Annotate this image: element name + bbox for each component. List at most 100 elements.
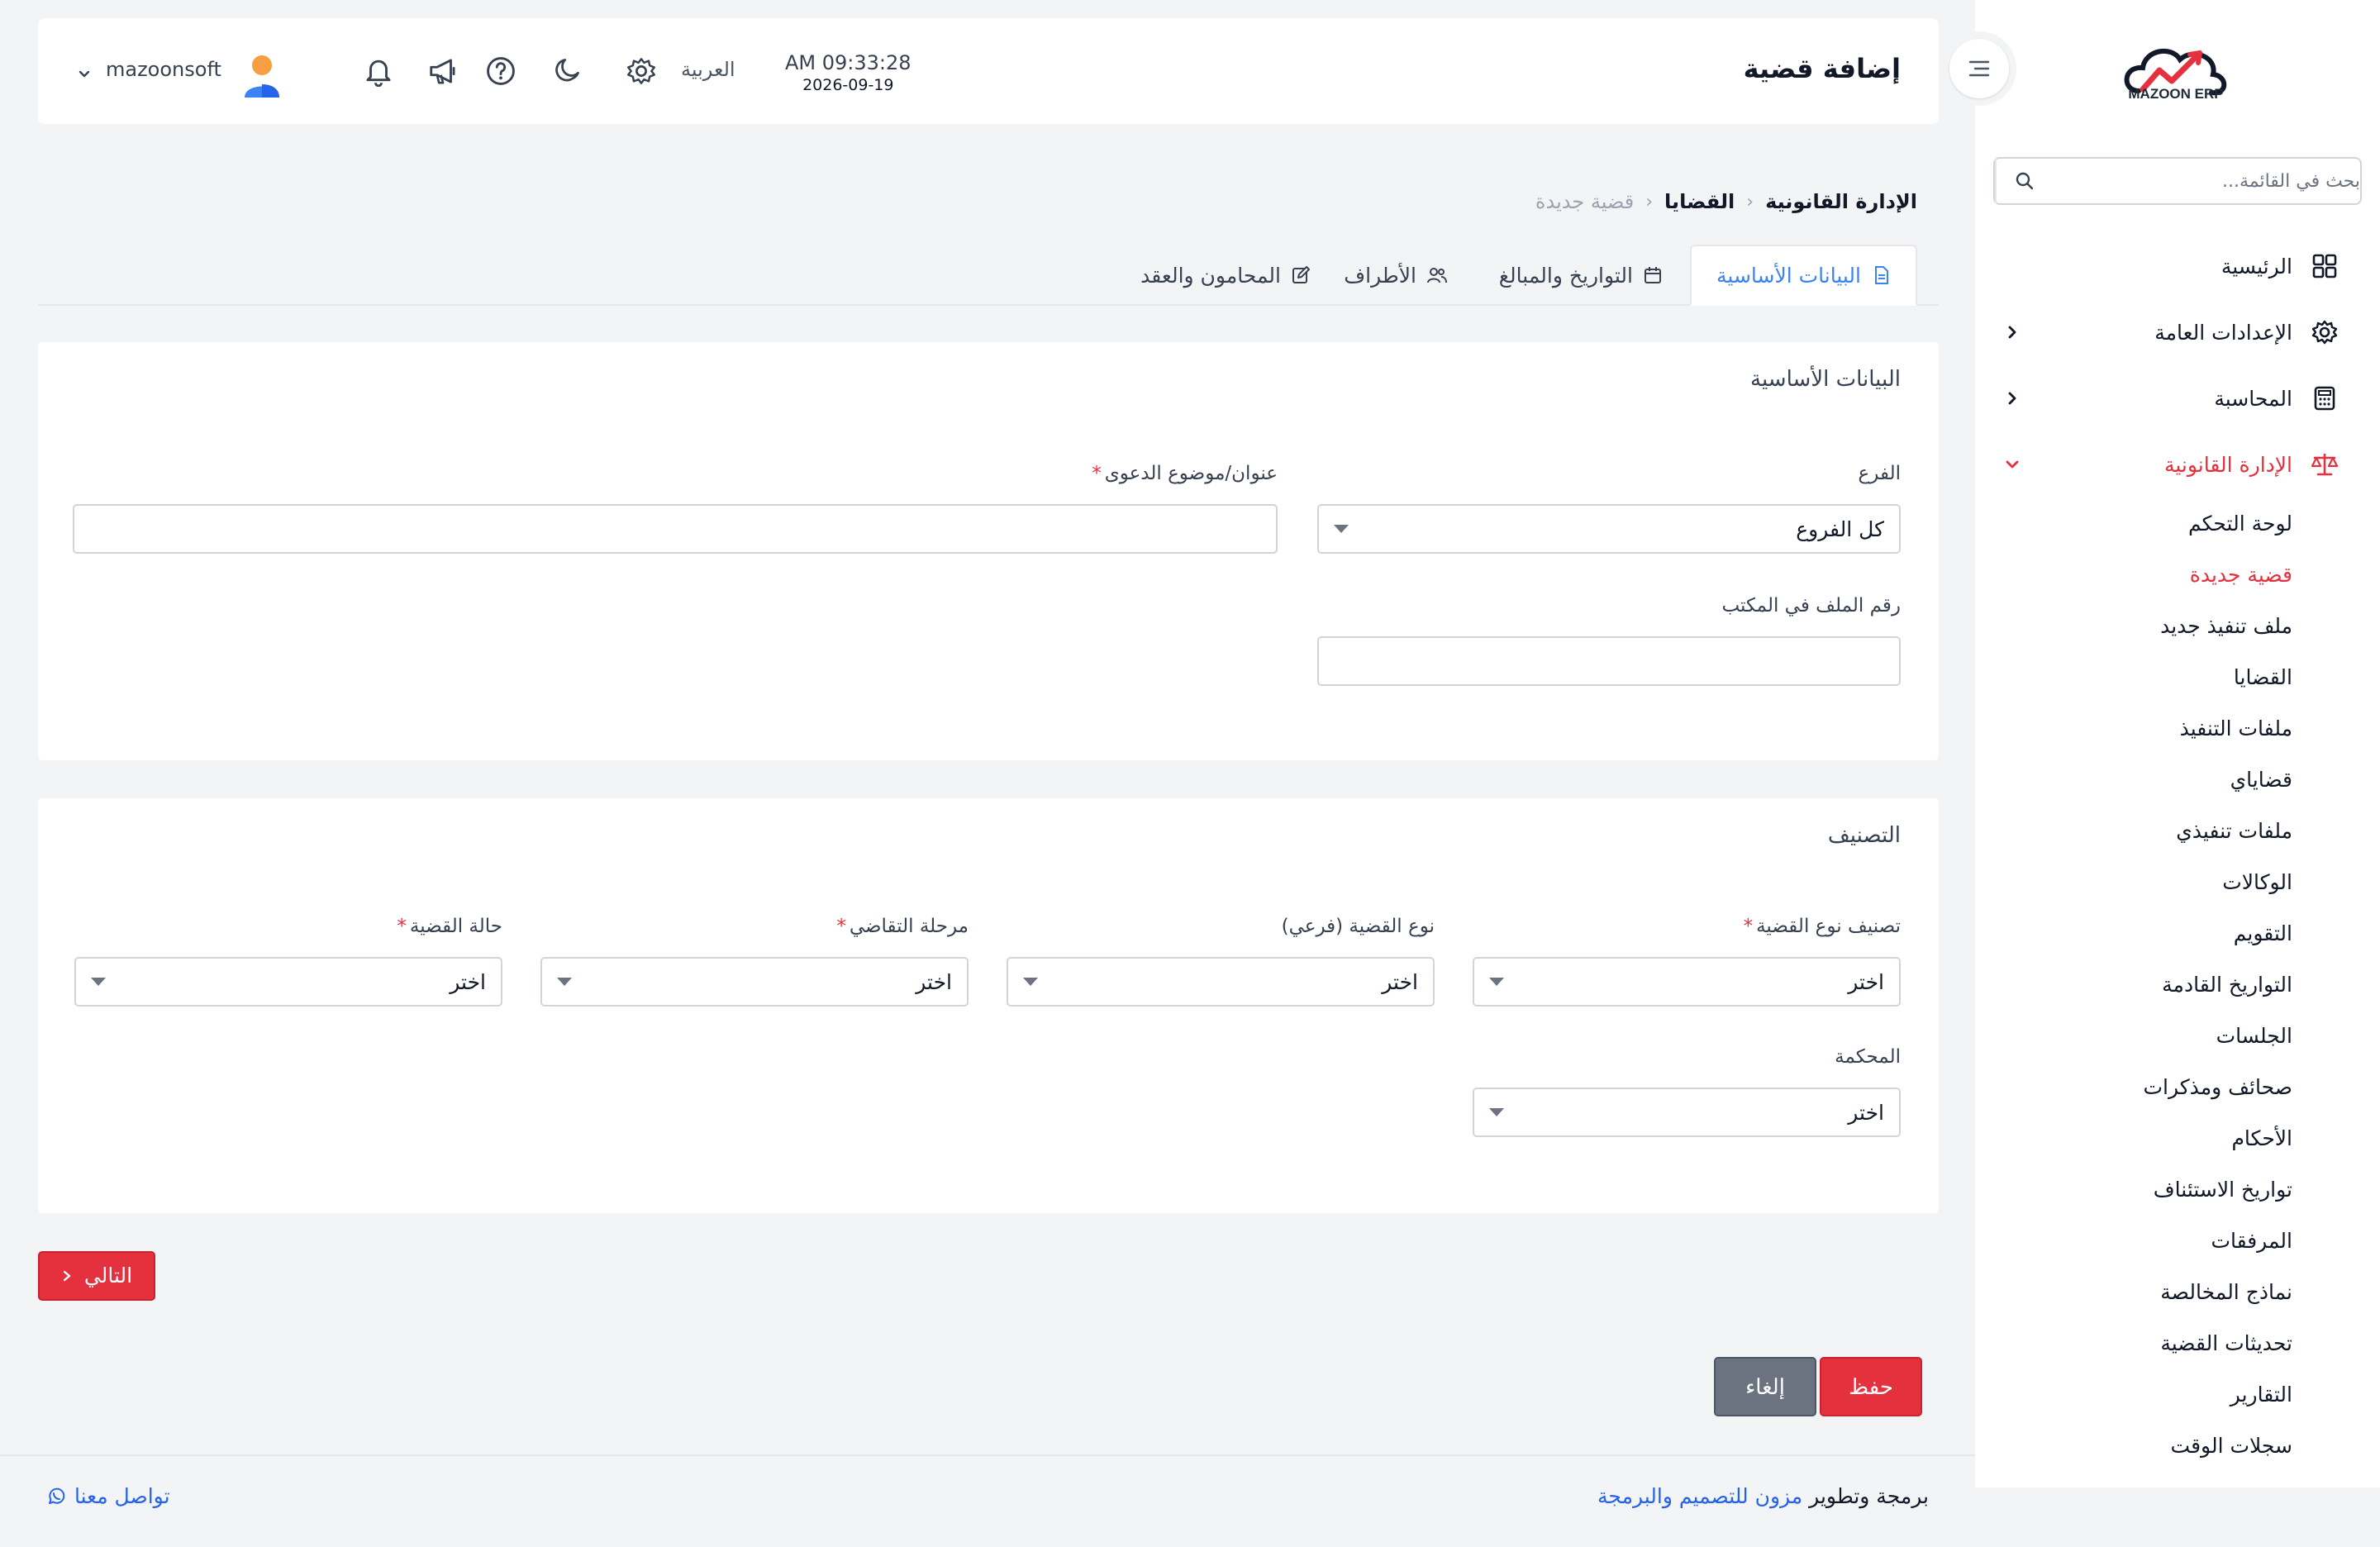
megaphone-icon[interactable] (423, 51, 463, 91)
search-icon[interactable] (1995, 159, 2053, 203)
sidebar-item-label: الإعدادات العامة (2154, 320, 2292, 345)
sidebar-subitem-agencies[interactable]: الوكالات (2222, 864, 2292, 902)
sidebar-subitem-sessions[interactable]: الجلسات (2216, 1017, 2292, 1055)
chevron-left-icon: ‹ (1645, 191, 1654, 212)
language-switch[interactable]: العربية (681, 58, 735, 81)
branch-label: الفرع (1858, 463, 1901, 484)
calculator-icon (2311, 384, 2339, 412)
case-type-class-label: تصنيف نوع القضية* (1743, 916, 1901, 937)
case-status-label: حالة القضية* (397, 916, 502, 937)
litigation-stage-label: مرحلة التقاضي* (836, 916, 969, 937)
caret-down-icon (91, 978, 106, 986)
contact-us-link[interactable]: تواصل معنا (46, 1484, 170, 1508)
sidebar-subitem-new-execution-file[interactable]: ملف تنفيذ جديد (2160, 607, 2292, 645)
footer-credit-prefix: برمجة وتطوير (1809, 1484, 1929, 1508)
next-button[interactable]: التالي (38, 1251, 155, 1301)
logo-text: MAZOON ERP (2128, 86, 2224, 102)
caret-down-icon (557, 978, 572, 986)
tab-label: البيانات الأساسية (1716, 263, 1861, 288)
tab-basic-data[interactable]: البيانات الأساسية (1690, 245, 1917, 306)
next-label: التالي (83, 1264, 133, 1288)
sidebar-subitem-calendar[interactable]: التقويم (2234, 915, 2292, 953)
sidebar-subitem-dashboard[interactable]: لوحة التحكم (2188, 505, 2292, 543)
caret-down-icon (1023, 978, 1038, 986)
sidebar-subitem-judgments[interactable]: الأحكام (2231, 1120, 2292, 1158)
card-title: البيانات الأساسية (1750, 367, 1901, 392)
case-subject-input[interactable] (73, 504, 1278, 554)
select-value: اختر (1848, 969, 1884, 994)
sidebar-item-general-settings[interactable]: الإعدادات العامة (2000, 307, 2339, 357)
clock-time: AM 09:33:28 (785, 51, 912, 74)
sidebar-subitem-reports[interactable]: التقارير (2230, 1376, 2292, 1414)
sidebar-subitem-pleadings[interactable]: صحائف ومذكرات (2143, 1069, 2292, 1107)
gear-icon[interactable] (621, 51, 661, 91)
edit-icon (1291, 265, 1311, 285)
sidebar-item-legal-management[interactable]: الإدارة القانونية (2000, 440, 2339, 489)
sidebar-item-label: المحاسبة (2214, 386, 2292, 411)
sidebar-subitem-case-updates[interactable]: تحديثات القضية (2160, 1325, 2292, 1363)
select-value: اختر (450, 969, 486, 994)
chevron-down-icon[interactable] (76, 66, 93, 83)
gear-icon (2311, 318, 2339, 346)
case-type-class-select[interactable]: اختر (1473, 957, 1901, 1007)
tab-label: الأطراف (1344, 263, 1416, 288)
help-icon[interactable] (481, 51, 521, 91)
case-subject-label: عنوان/موضوع الدعوى* (1092, 463, 1278, 484)
moon-icon[interactable] (547, 51, 587, 91)
sidebar-search-input[interactable] (2053, 159, 2360, 203)
contact-label: تواصل معنا (74, 1484, 170, 1508)
office-file-number-label: رقم الملف في المكتب (1721, 595, 1901, 616)
case-status-select[interactable]: اختر (74, 957, 502, 1007)
footer-company-link[interactable]: مزون للتصميم والبرمجة (1597, 1484, 1802, 1508)
scale-icon (2311, 450, 2339, 478)
menu-icon (1949, 39, 2009, 98)
case-subtype-select[interactable]: اختر (1007, 957, 1435, 1007)
breadcrumb-root[interactable]: الإدارة القانونية (1765, 190, 1917, 213)
breadcrumb-current: قضية جديدة (1535, 190, 1635, 213)
save-button[interactable]: حفظ (1820, 1357, 1922, 1416)
branch-select-value: كل الفروع (1796, 516, 1884, 541)
sidebar-item-label: الإدارة القانونية (2163, 452, 2292, 477)
court-select[interactable]: اختر (1473, 1088, 1901, 1137)
sidebar-subitem-appeal-dates[interactable]: تواريخ الاستئناف (2154, 1171, 2292, 1209)
chevron-left-icon (2000, 320, 2025, 345)
breadcrumb: الإدارة القانونية ‹ القضايا ‹ قضية جديدة (1535, 190, 1917, 213)
tab-dates-amounts[interactable]: التواريخ والمبالغ (1474, 245, 1687, 306)
avatar[interactable] (241, 53, 283, 98)
breadcrumb-section[interactable]: القضايا (1664, 190, 1735, 213)
tab-label: التواريخ والمبالغ (1498, 263, 1633, 288)
sidebar-item-home[interactable]: الرئيسية (2000, 241, 2339, 291)
sidebar-subitem-new-case[interactable]: قضية جديدة (2190, 556, 2292, 594)
sidebar-search (1993, 157, 2362, 205)
sidebar-item-accounting[interactable]: المحاسبة (2000, 374, 2339, 423)
username[interactable]: mazoonsoft (106, 58, 221, 81)
sidebar-subitem-my-execution-files[interactable]: ملفات تنفيذي (2176, 812, 2292, 850)
tab-parties[interactable]: الأطراف (1319, 245, 1473, 306)
cancel-button[interactable]: إلغاء (1714, 1357, 1816, 1416)
office-file-number-input[interactable] (1317, 636, 1901, 686)
sidebar-subitem-cases[interactable]: القضايا (2234, 659, 2292, 697)
branch-select[interactable]: كل الفروع (1317, 504, 1901, 554)
sidebar-subitem-my-cases[interactable]: قضاياي (2230, 761, 2292, 799)
court-label: المحكمة (1835, 1046, 1901, 1068)
chevron-left-icon (2000, 386, 2025, 411)
sidebar-subitem-settlement-forms[interactable]: نماذج المخالصة (2160, 1273, 2292, 1311)
bell-icon[interactable] (359, 51, 398, 91)
tab-label: المحامون والعقد (1140, 263, 1281, 288)
sidebar-subitem-attachments[interactable]: المرفقات (2211, 1222, 2292, 1260)
basic-data-card: البيانات الأساسية الفرع كل الفروع عنوان/… (38, 342, 1939, 760)
select-value: اختر (1382, 969, 1418, 994)
sidebar-subitem-execution-files[interactable]: ملفات التنفيذ (2180, 710, 2292, 748)
tab-lawyers-contract[interactable]: المحامون والعقد (1116, 245, 1335, 306)
page-title: إضافة قضية (1743, 53, 1901, 84)
calendar-icon (1643, 265, 1663, 285)
chevron-down-icon (2000, 452, 2025, 477)
sidebar-subitem-time-logs[interactable]: سجلات الوقت (2171, 1427, 2292, 1465)
case-subtype-label: نوع القضية (فرعي) (1281, 916, 1435, 937)
sidebar-item-label: الرئيسية (2221, 254, 2292, 278)
litigation-stage-select[interactable]: اختر (540, 957, 969, 1007)
sidebar-subitem-upcoming-dates[interactable]: التواريخ القادمة (2162, 966, 2292, 1004)
grid-icon (2311, 252, 2339, 280)
select-value: اختر (1848, 1100, 1884, 1125)
menu-toggle-button[interactable] (1942, 31, 2016, 106)
